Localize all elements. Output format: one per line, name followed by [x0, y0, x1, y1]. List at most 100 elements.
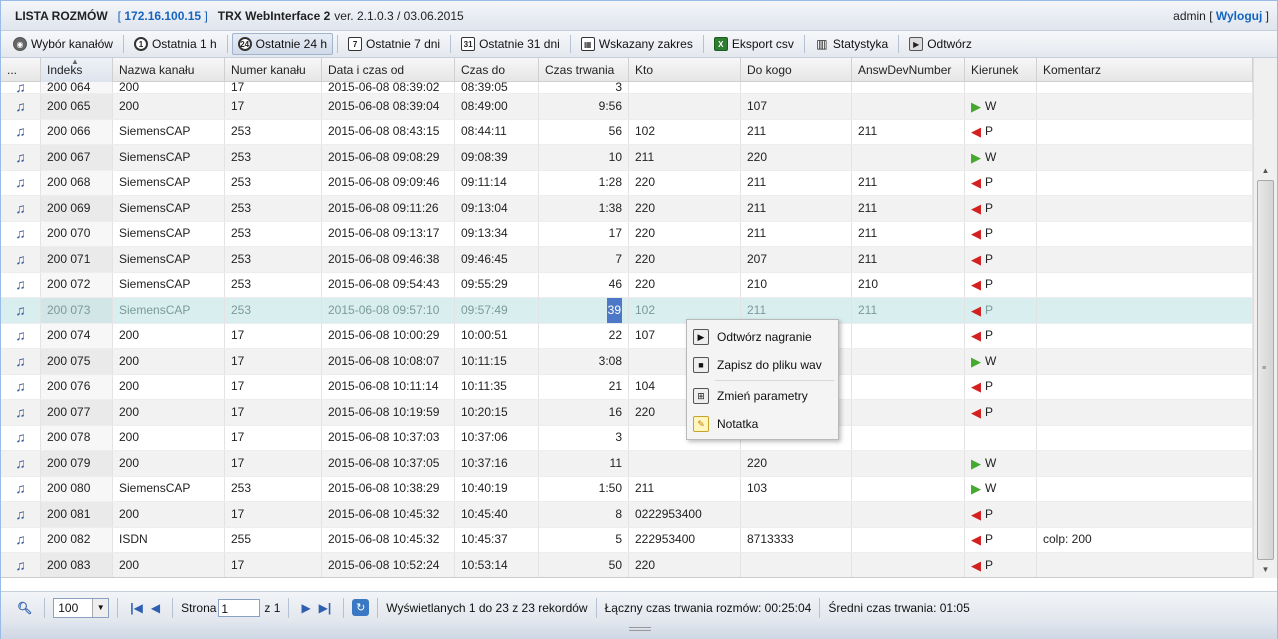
- table-row[interactable]: ♫ 200 074 200 17 2015-06-08 10:00:29 10:00:51…: [1, 323, 1253, 349]
- cell-icon[interactable]: ♫: [1, 349, 41, 374]
- recording-icon[interactable]: ♫: [15, 477, 26, 502]
- column-header-comment[interactable]: Komentarz: [1037, 58, 1253, 82]
- toolbar-button-0[interactable]: ◉ Wybór kanałów: [7, 33, 119, 55]
- toolbar-button-7[interactable]: ▥ Statystyka: [809, 33, 894, 55]
- prev-page-icon[interactable]: ◀: [151, 601, 160, 615]
- toolbar-button-5[interactable]: ▦ Wskazany zakres: [575, 33, 699, 55]
- recording-icon[interactable]: ♫: [15, 375, 26, 400]
- scroll-up-icon[interactable]: ▲: [1257, 162, 1274, 179]
- table-row[interactable]: ♫ 200 066 SiemensCAP 253 2015-06-08 08:43:15…: [1, 119, 1253, 145]
- table-row[interactable]: ♫ 200 064 200 17 2015-06-08 08:39:02 08:39:05…: [1, 82, 1253, 94]
- search-icon[interactable]: 🔍︎: [17, 601, 32, 615]
- recording-icon[interactable]: ♫: [15, 222, 26, 247]
- cell-icon[interactable]: ♫: [1, 451, 41, 476]
- column-header-idx[interactable]: Indeks ▲: [41, 58, 113, 82]
- table-row[interactable]: ♫ 200 071 SiemensCAP 253 2015-06-08 09:46:38…: [1, 247, 1253, 273]
- cell-icon[interactable]: ♫: [1, 82, 41, 93]
- last-page-icon[interactable]: ▶|: [319, 601, 332, 615]
- cell-icon[interactable]: ♫: [1, 196, 41, 221]
- cell-icon[interactable]: ♫: [1, 298, 41, 323]
- recording-icon[interactable]: ♫: [15, 324, 26, 349]
- cell-icon[interactable]: ♫: [1, 374, 41, 400]
- context-menu-item-1[interactable]: ■ Zapisz do pliku wav: [687, 351, 838, 379]
- recording-icon[interactable]: ♫: [15, 94, 26, 119]
- scroll-thumb[interactable]: ≡: [1257, 180, 1274, 560]
- cell-icon[interactable]: ♫: [1, 94, 41, 119]
- cell-icon[interactable]: ♫: [1, 145, 41, 170]
- table-row[interactable]: ♫ 200 070 SiemensCAP 253 2015-06-08 09:13:17…: [1, 221, 1253, 247]
- table-row[interactable]: ♫ 200 069 SiemensCAP 253 2015-06-08 09:11:26…: [1, 196, 1253, 222]
- recording-icon[interactable]: ♫: [15, 298, 26, 323]
- cell-icon[interactable]: ♫: [1, 221, 41, 247]
- cell-icon[interactable]: ♫: [1, 553, 41, 578]
- table-row[interactable]: ♫ 200 077 200 17 2015-06-08 10:19:59 10:20:15…: [1, 400, 1253, 426]
- grid-body[interactable]: ♫ 200 064 200 17 2015-06-08 08:39:02 08:39:05…: [1, 82, 1253, 578]
- column-header-name[interactable]: Nazwa kanału: [113, 58, 225, 82]
- cell-icon[interactable]: ♫: [1, 527, 41, 553]
- table-row[interactable]: ♫ 200 072 SiemensCAP 253 2015-06-08 09:54:43…: [1, 272, 1253, 298]
- column-header-dur[interactable]: Czas trwania: [539, 58, 629, 82]
- cell-icon[interactable]: ♫: [1, 476, 41, 502]
- recording-icon[interactable]: ♫: [15, 171, 26, 196]
- recording-icon[interactable]: ♫: [15, 247, 26, 272]
- table-row[interactable]: ♫ 200 082 ISDN 255 2015-06-08 10:45:32 10:45:…: [1, 527, 1253, 553]
- logout-link[interactable]: Wyloguj: [1216, 9, 1262, 23]
- recording-icon[interactable]: ♫: [15, 349, 26, 374]
- toolbar-button-4[interactable]: 31 Ostatnie 31 dni: [455, 33, 566, 55]
- next-page-icon[interactable]: ▶: [301, 601, 310, 615]
- cell-icon[interactable]: ♫: [1, 119, 41, 145]
- resize-handle[interactable]: [1, 623, 1277, 639]
- refresh-icon[interactable]: ↻: [352, 599, 370, 616]
- cell-icon[interactable]: ♫: [1, 323, 41, 349]
- cell-icon[interactable]: ♫: [1, 502, 41, 527]
- recording-icon[interactable]: ♫: [15, 553, 26, 578]
- table-row[interactable]: ♫ 200 067 SiemensCAP 253 2015-06-08 09:08:29…: [1, 145, 1253, 171]
- column-header-from[interactable]: Kto: [629, 58, 741, 82]
- cell-icon[interactable]: ♫: [1, 247, 41, 272]
- cell-icon[interactable]: ♫: [1, 170, 41, 196]
- first-page-icon[interactable]: |◀: [130, 601, 143, 615]
- recording-icon[interactable]: ♫: [15, 528, 26, 553]
- recording-icon[interactable]: ♫: [15, 82, 26, 93]
- recording-icon[interactable]: ♫: [15, 502, 26, 527]
- toolbar-button-6[interactable]: X Eksport csv: [708, 33, 800, 55]
- table-row[interactable]: ♫ 200 068 SiemensCAP 253 2015-06-08 09:09:46…: [1, 170, 1253, 196]
- context-menu-item-0[interactable]: ▶ Odtwórz nagranie: [687, 323, 838, 351]
- cell-icon[interactable]: ♫: [1, 400, 41, 425]
- table-row[interactable]: ♫ 200 083 200 17 2015-06-08 10:52:24 10:53:14…: [1, 553, 1253, 578]
- table-row[interactable]: ♫ 200 081 200 17 2015-06-08 10:45:32 10:45:40…: [1, 502, 1253, 528]
- toolbar-button-8[interactable]: ▶ Odtwórz: [903, 33, 978, 55]
- context-menu-item-2[interactable]: ⊞ Zmień parametry: [687, 382, 838, 410]
- cell-icon[interactable]: ♫: [1, 272, 41, 298]
- table-row[interactable]: ♫ 200 079 200 17 2015-06-08 10:37:05 10:37:16…: [1, 451, 1253, 477]
- recording-icon[interactable]: ♫: [15, 400, 26, 425]
- table-row[interactable]: ♫ 200 078 200 17 2015-06-08 10:37:03 10:37:06…: [1, 425, 1253, 451]
- context-menu-item-3[interactable]: ✎ Notatka: [687, 410, 838, 438]
- page-number-input[interactable]: 1: [218, 598, 261, 617]
- column-header-icon[interactable]: ...: [1, 58, 41, 82]
- vertical-scrollbar[interactable]: ▲ ≡ ▼: [1253, 58, 1277, 578]
- cell-icon[interactable]: ♫: [1, 425, 41, 451]
- recording-icon[interactable]: ♫: [15, 451, 26, 476]
- table-row[interactable]: ♫ 200 075 200 17 2015-06-08 10:08:07 10:11:15…: [1, 349, 1253, 375]
- chevron-down-icon[interactable]: ▼: [92, 598, 109, 617]
- column-header-dir[interactable]: Kierunek: [965, 58, 1037, 82]
- column-header-end[interactable]: Czas do: [455, 58, 539, 82]
- table-row[interactable]: ♫ 200 065 200 17 2015-06-08 08:39:04 08:49:00…: [1, 94, 1253, 120]
- column-header-num[interactable]: Numer kanału: [225, 58, 322, 82]
- recording-icon[interactable]: ♫: [15, 273, 26, 298]
- table-row[interactable]: ♫ 200 073 SiemensCAP 253 2015-06-08 09:57:10…: [1, 298, 1253, 324]
- recording-icon[interactable]: ♫: [15, 120, 26, 145]
- table-row[interactable]: ♫ 200 076 200 17 2015-06-08 10:11:14 10:11:35…: [1, 374, 1253, 400]
- toolbar-button-1[interactable]: 1 Ostatnia 1 h: [128, 33, 223, 55]
- page-size-select[interactable]: 100 ▼: [53, 597, 110, 618]
- recording-icon[interactable]: ♫: [15, 145, 26, 170]
- scroll-down-icon[interactable]: ▼: [1257, 561, 1274, 578]
- recording-icon[interactable]: ♫: [15, 196, 26, 221]
- column-header-start[interactable]: Data i czas od: [322, 58, 455, 82]
- column-header-to[interactable]: Do kogo: [741, 58, 852, 82]
- toolbar-button-3[interactable]: 7 Ostatnie 7 dni: [342, 33, 446, 55]
- recording-icon[interactable]: ♫: [15, 426, 26, 451]
- column-header-answ[interactable]: AnswDevNumber: [852, 58, 965, 82]
- toolbar-button-2[interactable]: 24 Ostatnie 24 h: [231, 33, 334, 55]
